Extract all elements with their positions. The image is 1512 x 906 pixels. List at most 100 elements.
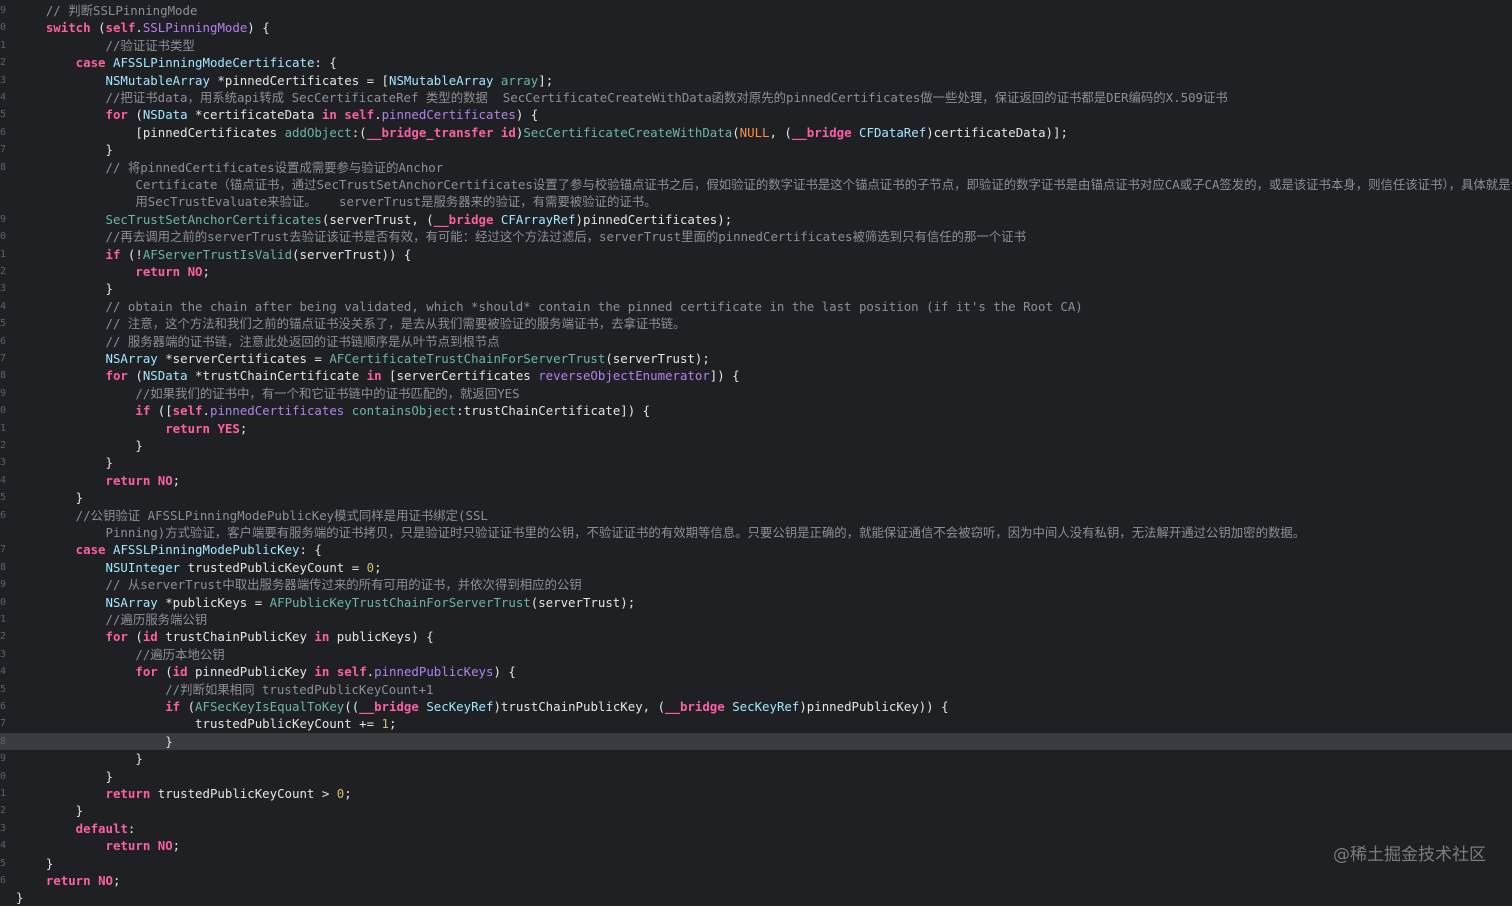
- code-line[interactable]: 6 if (AFSecKeyIsEqualToKey((__bridge Sec…: [0, 698, 1512, 715]
- code-token: .: [135, 20, 143, 36]
- code-text: return trustedPublicKeyCount > 0;: [16, 785, 352, 802]
- code-line[interactable]: 4 return NO;: [0, 472, 1512, 489]
- code-line[interactable]: 7 }: [0, 141, 1512, 158]
- code-token: //把证书data，用系统api转成 SecCertificateRef 类型的…: [16, 90, 1228, 105]
- code-line[interactable]: 0 NSArray *publicKeys = AFPublicKeyTrust…: [0, 594, 1512, 611]
- code-text: //如果我们的证书中，有一个和它证书链中的证书匹配的，就返回YES: [16, 385, 519, 402]
- code-line[interactable]: 2 case AFSSLPinningModeCertificate: {: [0, 54, 1512, 71]
- code-token: return: [16, 838, 151, 854]
- code-line[interactable]: 用SecTrustEvaluate来验证。 serverTrust是服务器来的验…: [0, 193, 1512, 210]
- code-line[interactable]: 4 for (id pinnedPublicKey in self.pinned…: [0, 663, 1512, 680]
- code-token: [serverCertificates: [381, 368, 539, 384]
- line-number: 4: [0, 92, 6, 103]
- code-line[interactable]: 4 // obtain the chain after being valida…: [0, 298, 1512, 315]
- code-line[interactable]: 9 SecTrustSetAnchorCertificates(serverTr…: [0, 211, 1512, 228]
- code-token: return: [16, 264, 181, 279]
- code-line[interactable]: 6 [pinnedCertificates addObject:(__bridg…: [0, 124, 1512, 141]
- code-line[interactable]: 2 }: [0, 437, 1512, 454]
- code-editor[interactable]: 9 // 判断SSLPinningMode 0 switch (self.SSLP…: [0, 0, 1512, 905]
- code-token: }: [16, 803, 84, 819]
- code-text: // 将pinnedCertificates设置成需要参与验证的Anchor: [16, 159, 444, 176]
- code-line[interactable]: 5 // 注意，这个方法和我们之前的锚点证书没关系了，是去从我们需要被验证的服务…: [0, 315, 1512, 332]
- code-line[interactable]: 4 return NO;: [0, 837, 1512, 854]
- code-token: AFSSLPinningModeCertificate: [113, 55, 315, 71]
- line-number: 6: [0, 126, 6, 138]
- code-token: AFSSLPinningModePublicKey: [113, 542, 300, 558]
- code-token: NSMutableArray: [389, 72, 494, 88]
- code-line[interactable]: 5 //判断如果相同 trustedPublicKeyCount+1: [0, 681, 1512, 698]
- code-line[interactable]: 0 //再去调用之前的serverTrust去验证该证书是否有效，有可能：经过这…: [0, 228, 1512, 245]
- code-line[interactable]: 0 }: [0, 768, 1512, 785]
- code-line[interactable]: }: [0, 889, 1512, 906]
- code-token: //遍历本地公钥: [16, 646, 225, 662]
- code-line[interactable]: 3 }: [0, 454, 1512, 471]
- code-token: 0: [366, 559, 375, 575]
- code-line[interactable]: 0 switch (self.SSLPinningMode) {: [0, 19, 1512, 36]
- code-token: )pinnedCertificates);: [575, 211, 733, 227]
- line-number: 3: [0, 74, 6, 86]
- code-token: ) {: [493, 664, 516, 680]
- code-line[interactable]: 8 NSUInteger trustedPublicKeyCount = 0;: [0, 559, 1512, 576]
- code-line[interactable]: 2 return NO;: [0, 263, 1512, 280]
- code-line[interactable]: 5 }: [0, 855, 1512, 872]
- code-line[interactable]: 9 //如果我们的证书中，有一个和它证书链中的证书匹配的，就返回YES: [0, 385, 1512, 402]
- code-line[interactable]: 7 NSArray *serverCertificates = AFCertif…: [0, 350, 1512, 367]
- code-line[interactable]: 9 // 从serverTrust中取出服务器端传过来的所有可用的证书，并依次得…: [0, 576, 1512, 593]
- code-text: }: [16, 141, 113, 158]
- code-line[interactable]: Pinning)方式验证，客户端要有服务端的证书拷贝，只是验证时只验证证书里的公…: [0, 524, 1512, 541]
- code-line[interactable]: 3 }: [0, 280, 1512, 297]
- code-line[interactable]: 4 //把证书data，用系统api转成 SecCertificateRef 类…: [0, 89, 1512, 106]
- code-line[interactable]: 5 }: [0, 489, 1512, 506]
- code-text: Certificate（锚点证书，通过SecTrustSetAnchorCert…: [16, 176, 1512, 193]
- line-number: 9: [0, 213, 6, 225]
- code-line[interactable]: 3 default:: [0, 820, 1512, 837]
- code-line[interactable]: 6 // 服务器端的证书链，注意此处返回的证书链顺序是从叶节点到根节点: [0, 333, 1512, 350]
- code-token: in: [321, 107, 337, 123]
- code-token: self: [105, 20, 136, 36]
- code-token: if: [16, 403, 151, 419]
- code-line[interactable]: 3 //遍历本地公钥: [0, 646, 1512, 663]
- code-token: return: [16, 420, 210, 436]
- code-token: , (: [769, 124, 792, 140]
- code-line[interactable]: 3 NSMutableArray *pinnedCertificates = […: [0, 72, 1512, 89]
- code-text: trustedPublicKeyCount += 1;: [16, 715, 396, 732]
- code-token: return: [16, 873, 91, 888]
- code-line[interactable]: 8 for (NSData *trustChainCertificate in …: [0, 367, 1512, 384]
- code-line[interactable]: 7 trustedPublicKeyCount += 1;: [0, 715, 1512, 732]
- code-line[interactable]: 1 //遍历服务端公钥: [0, 611, 1512, 628]
- code-line[interactable]: 1 return trustedPublicKeyCount > 0;: [0, 785, 1512, 802]
- code-text: // 从serverTrust中取出服务器端传过来的所有可用的证书，并依次得到相…: [16, 576, 582, 593]
- code-token: }: [16, 855, 54, 871]
- code-line-current[interactable]: 8 }: [0, 732, 1512, 750]
- code-line[interactable]: 0 if ([self.pinnedCertificates containsO…: [0, 402, 1512, 419]
- code-text: //验证证书类型: [16, 37, 195, 54]
- code-token: YES: [217, 420, 240, 436]
- code-token: ((: [344, 699, 360, 714]
- code-token: SecTrustSetAnchorCertificates: [16, 211, 322, 227]
- code-token: ;: [113, 873, 121, 888]
- code-token: addObject: [284, 124, 352, 140]
- code-line[interactable]: 2 for (id trustChainPublicKey in publicK…: [0, 628, 1512, 645]
- code-token: }: [16, 733, 173, 749]
- code-line[interactable]: 6 return NO;: [0, 872, 1512, 889]
- code-token: SSLPinningMode: [142, 20, 248, 36]
- code-line[interactable]: Certificate（锚点证书，通过SecTrustSetAnchorCert…: [0, 176, 1512, 193]
- line-number: 0: [0, 231, 6, 243]
- code-token: Pinning)方式验证，客户端要有服务端的证书拷贝，只是验证时只验证证书里的公…: [16, 525, 1306, 540]
- code-text: //遍历服务端公钥: [16, 611, 208, 628]
- code-line[interactable]: 7 case AFSSLPinningModePublicKey: {: [0, 541, 1512, 558]
- code-text: return NO;: [16, 872, 121, 889]
- code-line[interactable]: 5 for (NSData *certificateData in self.p…: [0, 106, 1512, 123]
- code-line[interactable]: 1 return YES;: [0, 420, 1512, 437]
- code-line[interactable]: 1 //验证证书类型: [0, 37, 1512, 54]
- code-token: SecKeyRef: [732, 699, 800, 714]
- code-line[interactable]: 1 if (!AFServerTrustIsValid(serverTrust)…: [0, 246, 1512, 263]
- code-token: ;: [239, 420, 248, 436]
- code-line[interactable]: 8 // 将pinnedCertificates设置成需要参与验证的Anchor: [0, 159, 1512, 176]
- code-line[interactable]: 6 //公钥验证 AFSSLPinningModePublicKey模式同样是用…: [0, 507, 1512, 524]
- code-line[interactable]: 9 // 判断SSLPinningMode: [0, 2, 1512, 19]
- code-line[interactable]: 2 }: [0, 802, 1512, 819]
- code-token: self: [336, 664, 367, 680]
- code-line[interactable]: 9 }: [0, 750, 1512, 767]
